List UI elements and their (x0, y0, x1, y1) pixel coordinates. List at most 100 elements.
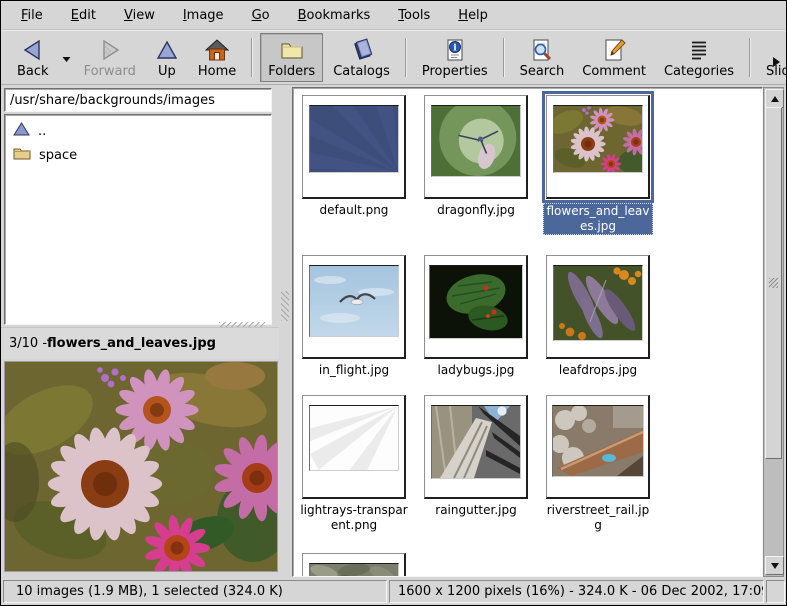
thumbnail-image (553, 105, 643, 173)
thumbnail-card[interactable] (302, 95, 406, 199)
status-resize-grip[interactable] (766, 580, 785, 603)
categories-icon (686, 37, 712, 63)
search-icon (529, 37, 555, 63)
thumbnail-card[interactable] (546, 395, 650, 499)
up-dir-icon (13, 122, 30, 140)
folder-item-space[interactable]: space (5, 143, 271, 167)
thumbnail-card[interactable] (546, 95, 650, 199)
toolbar-button-folders[interactable]: Folders (260, 33, 323, 82)
thumbnail-browser: default.png dragonfly.jpg flowers_and_leav… (292, 87, 763, 577)
svg-text:i: i (453, 44, 457, 54)
gthumb-window: FileEditViewImageGoBookmarksToolsHelp Ba… (0, 0, 787, 606)
toolbar-button-categories[interactable]: Categories (656, 33, 742, 82)
toolbar-button-properties[interactable]: iProperties (414, 33, 496, 82)
comment-icon (601, 37, 627, 63)
toolbar: Back Forward Up Home Folders Catalogs iPropert… (1, 30, 786, 85)
thumbnail-card[interactable] (302, 395, 406, 499)
toolbar-button-catalogs[interactable]: Catalogs (325, 33, 398, 82)
path-input[interactable] (4, 88, 272, 112)
pane-divider-grip[interactable] (281, 291, 289, 321)
toolbar-button-forward[interactable]: Forward (76, 33, 144, 82)
toolbar-button-comment[interactable]: Comment (574, 33, 654, 82)
thumbnail-flowers_and_leaves.jpg[interactable]: flowers_and_leaves.jpg (543, 95, 653, 235)
menu-image[interactable]: Image (169, 4, 238, 27)
thumbnail-card[interactable] (424, 395, 528, 499)
scroll-up-icon (771, 96, 779, 102)
back-history-dropdown[interactable] (58, 33, 75, 82)
thumbnail-lightrays-transparent.png[interactable]: lightrays-transparent.png (299, 395, 409, 533)
thumbnail-image (309, 405, 399, 471)
toolbar-button-label: Up (158, 64, 176, 79)
menu-help[interactable]: Help (444, 4, 502, 27)
thumbnail-card[interactable] (302, 255, 406, 359)
thumbnail-riverstreet_rail.jpg[interactable]: riverstreet_rail.jpg (543, 395, 653, 533)
thumbnail-card[interactable] (302, 553, 406, 577)
thumbnail-image (309, 563, 399, 577)
toolbar-button-label: Folders (268, 64, 315, 79)
folder-icon (13, 146, 31, 164)
toolbar-separator (749, 38, 751, 77)
menu-go[interactable]: Go (238, 4, 284, 27)
toolbar-button-home[interactable]: Home (190, 33, 244, 82)
scrollbar-thumb[interactable] (765, 107, 782, 459)
thumbnail-ladybugs.jpg[interactable]: ladybugs.jpg (421, 255, 531, 378)
toolbar-button-label: Back (17, 64, 49, 79)
folders-icon (279, 37, 305, 63)
folder-item-label: .. (38, 124, 46, 139)
thumbnail-card[interactable] (424, 255, 528, 359)
status-images-summary: 10 images (1.9 MB), 1 selected (324.0 K) (3, 580, 387, 603)
thumbnail-default.png[interactable]: default.png (299, 95, 409, 218)
scroll-down-button[interactable] (765, 556, 784, 575)
menu-edit[interactable]: Edit (57, 4, 110, 27)
preview-filename: flowers_and_leaves.jpg (47, 336, 216, 351)
menu-file[interactable]: File (7, 4, 57, 27)
toolbar-button-label: Search (520, 64, 565, 79)
status-bar: 10 images (1.9 MB), 1 selected (324.0 K)… (1, 578, 786, 605)
preview-counter: 3/10 - (9, 336, 47, 351)
thumbnail-in_flight.jpg[interactable]: in_flight.jpg (299, 255, 409, 378)
thumbnail-dragonfly.jpg[interactable]: dragonfly.jpg (421, 95, 531, 218)
thumbnail-filename: raingutter.jpg (421, 503, 531, 518)
properties-icon: i (442, 37, 468, 63)
preview-status: 3/10 - flowers_and_leaves.jpg (1, 327, 279, 359)
toolbar-button-back[interactable]: Back (9, 33, 57, 82)
toolbar-button-label: Categories (664, 64, 734, 79)
status-image-details: 1600 x 1200 pixels (16%) - 324.0 K - 06 … (389, 580, 764, 603)
dropdown-arrow-icon (62, 48, 71, 67)
thumbnail-raingutter.jpg[interactable]: raingutter.jpg (421, 395, 531, 518)
menu-tools[interactable]: Tools (384, 4, 444, 27)
up-icon (154, 37, 180, 63)
thumbnail-filename: lightrays-transparent.png (299, 503, 409, 533)
scroll-up-button[interactable] (765, 89, 784, 108)
overflow-arrow-icon[interactable] (771, 53, 781, 72)
thumbnail-filename: default.png (299, 203, 409, 218)
toolbar-separator (405, 38, 407, 77)
thumbnail-leafdrops.jpg[interactable]: leafdrops.jpg (543, 255, 653, 378)
scrollbar-grip-icon (769, 278, 778, 288)
toolbar-button-label: Home (198, 64, 236, 79)
toolbar-separator (251, 38, 253, 77)
toolbar-button-up[interactable]: Up (146, 33, 188, 82)
toolbar-button-search[interactable]: Search (512, 33, 573, 82)
toolbar-button-label: Comment (582, 64, 646, 79)
thumbnail-image (429, 265, 523, 339)
toolbar-button-label: Forward (84, 64, 136, 79)
scroll-down-icon (771, 563, 779, 569)
thumbnail-partial[interactable] (299, 553, 409, 577)
home-icon (204, 37, 230, 63)
preview-image (4, 361, 278, 572)
menu-bar: FileEditViewImageGoBookmarksToolsHelp (1, 1, 786, 30)
toolbar-button-label: Catalogs (333, 64, 390, 79)
thumbnail-card[interactable] (546, 255, 650, 359)
thumbnail-filename: riverstreet_rail.jpg (543, 503, 653, 533)
thumbnail-image (552, 405, 644, 477)
thumbnail-image (309, 105, 399, 173)
thumbnail-filename: dragonfly.jpg (421, 203, 531, 218)
menu-bookmarks[interactable]: Bookmarks (284, 4, 385, 27)
menu-view[interactable]: View (110, 4, 169, 27)
thumbnail-image (309, 265, 399, 337)
folder-item-parent[interactable]: .. (5, 119, 271, 143)
thumbnail-card[interactable] (424, 95, 528, 199)
vertical-scrollbar[interactable] (763, 87, 784, 577)
thumbnail-filename: leafdrops.jpg (543, 363, 653, 378)
